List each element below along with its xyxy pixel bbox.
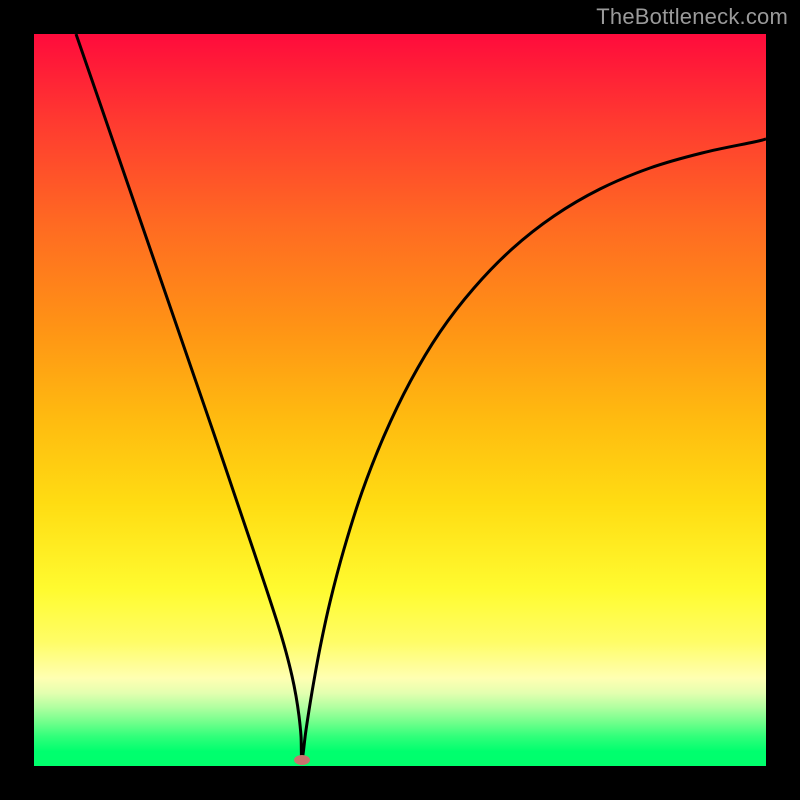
watermark-text: TheBottleneck.com	[596, 4, 788, 30]
bottleneck-curve	[76, 34, 766, 760]
minimum-marker	[294, 755, 310, 765]
chart-frame: TheBottleneck.com	[0, 0, 800, 800]
plot-area	[34, 34, 766, 766]
curve-layer	[34, 34, 766, 766]
